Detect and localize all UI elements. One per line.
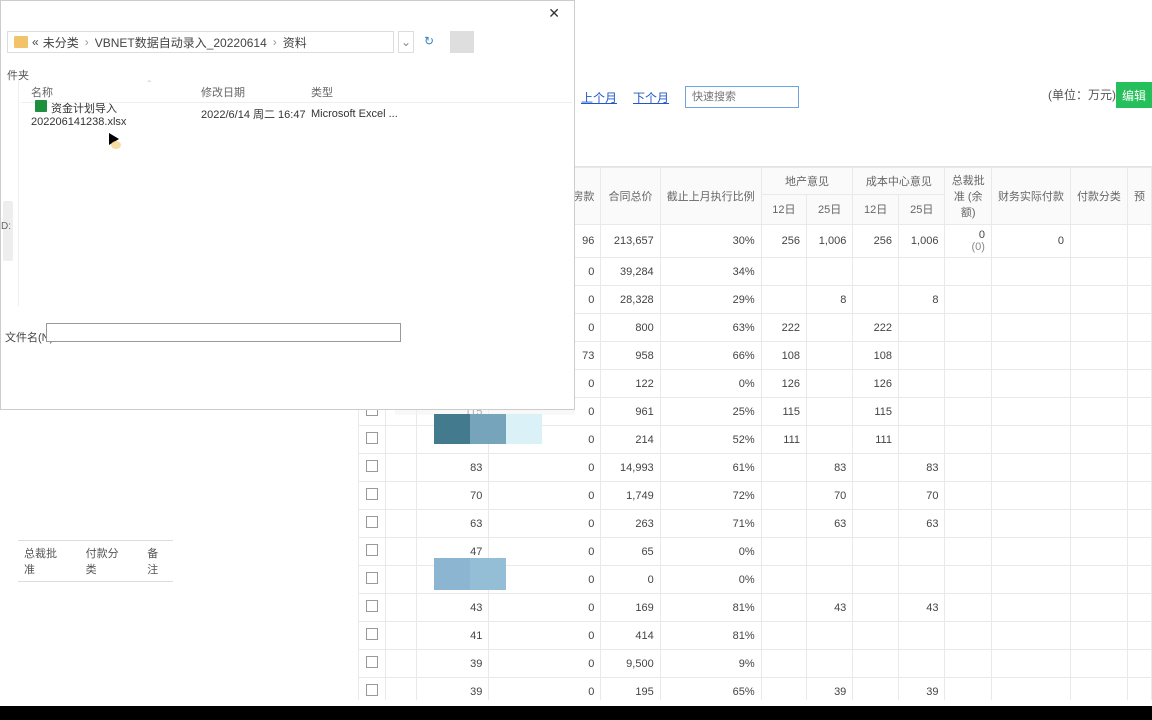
col-d12a: 12日 — [761, 194, 806, 224]
table-row[interactable]: 7001,74972%7070 — [359, 482, 1152, 510]
col-group-dichan: 地产意见 — [761, 168, 853, 195]
checkbox[interactable] — [366, 572, 378, 584]
drive-label: D: — [1, 221, 11, 232]
checkbox[interactable] — [366, 516, 378, 528]
table-row[interactable]: 63026371%6363 — [359, 510, 1152, 538]
table-row[interactable]: 41041481% — [359, 622, 1152, 650]
breadcrumb[interactable]: « 未分类 › VBNET数据自动录入_20220614 › 资料 — [7, 31, 394, 53]
file-row[interactable]: 资金计划导入202206141238.xlsx 2022/6/14 周二 16:… — [21, 103, 572, 125]
file-open-dialog: ✕ « 未分类 › VBNET数据自动录入_20220614 › 资料 ⌄ ↻ … — [0, 0, 575, 410]
mini-b: 付款分类 — [86, 545, 126, 577]
filename-input[interactable] — [46, 323, 401, 342]
checkbox[interactable] — [366, 488, 378, 500]
table-row[interactable]: 39019565%3939 — [359, 678, 1152, 701]
file-type: Microsoft Excel ... — [311, 108, 431, 120]
table-row[interactable]: 3909,5009% — [359, 650, 1152, 678]
col-date[interactable]: 修改日期 — [201, 84, 311, 100]
path-ellipsis: « — [32, 35, 39, 49]
close-icon[interactable]: ✕ — [542, 3, 566, 24]
mini-c: 备注 — [147, 545, 167, 577]
col-group-chengben: 成本中心意见 — [853, 168, 945, 195]
next-month-link[interactable]: 下个月 — [633, 89, 669, 106]
col-name[interactable]: 名称 ˆ — [21, 84, 201, 100]
checkbox[interactable] — [366, 600, 378, 612]
folder-icon — [14, 36, 28, 48]
checkbox[interactable] — [366, 684, 378, 696]
edit-button[interactable]: 编辑 — [1116, 82, 1152, 108]
table-row[interactable]: 83014,99361%8383 — [359, 454, 1152, 482]
checkbox[interactable] — [366, 544, 378, 556]
path-seg[interactable]: VBNET数据自动录入_20220614 — [95, 34, 267, 51]
col-zongcai: 总裁批准 (余额) — [945, 168, 991, 225]
xlsx-icon — [35, 100, 47, 112]
col-fenlei: 付款分类 — [1070, 168, 1127, 225]
checkbox[interactable] — [366, 656, 378, 668]
refresh-icon[interactable]: ↻ — [419, 31, 439, 53]
search-field-blur — [450, 31, 474, 53]
blur-patch — [506, 414, 542, 444]
col-type[interactable]: 类型 — [311, 84, 431, 100]
chevron-right-icon: › — [271, 35, 279, 49]
table-row[interactable]: 43016981%4343 — [359, 594, 1152, 622]
col-caiwu: 财务实际付款 — [991, 168, 1070, 225]
footer-strip — [0, 706, 1152, 720]
col-d12b: 12日 — [853, 194, 899, 224]
mini-label-bar: 总裁批准 付款分类 备注 — [18, 540, 173, 582]
dialog-sidebar: D: — [1, 81, 19, 306]
prev-month-link[interactable]: 上个月 — [581, 89, 617, 106]
checkbox[interactable] — [366, 628, 378, 640]
mini-a: 总裁批准 — [24, 545, 64, 577]
file-list: 名称 ˆ 修改日期 类型 资金计划导入202206141238.xlsx 202… — [21, 81, 572, 311]
path-seg[interactable]: 资料 — [283, 34, 307, 51]
file-date: 2022/6/14 周二 16:47 — [201, 106, 311, 122]
path-dropdown-icon[interactable]: ⌄ — [398, 31, 414, 53]
col-d25a: 25日 — [807, 194, 853, 224]
col-hetong: 合同总价 — [601, 168, 660, 225]
col-jiezhi: 截止上月执行比例 — [660, 168, 761, 225]
path-seg[interactable]: 未分类 — [43, 34, 79, 51]
blur-patch — [434, 558, 470, 590]
blur-patch — [434, 414, 470, 444]
blur-patch — [470, 414, 506, 444]
sort-asc-icon: ˆ — [148, 80, 151, 91]
checkbox[interactable] — [366, 432, 378, 444]
blur-patch — [470, 558, 506, 590]
col-d25b: 25日 — [898, 194, 945, 224]
checkbox[interactable] — [366, 460, 378, 472]
unit-label: (单位：万元) — [1048, 86, 1116, 103]
col-yu: 预 — [1127, 168, 1151, 225]
chevron-right-icon: › — [83, 35, 91, 49]
search-input[interactable] — [685, 86, 799, 108]
